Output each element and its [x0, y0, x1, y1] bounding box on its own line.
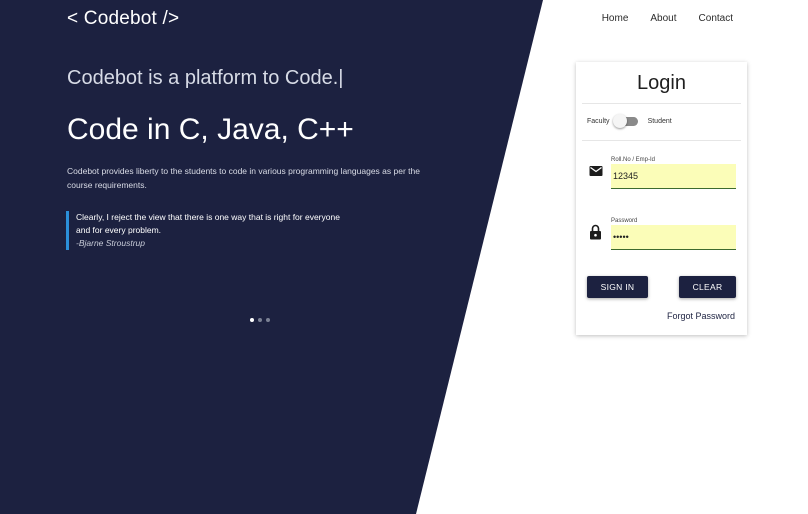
toggle-knob[interactable]	[612, 114, 627, 128]
nav-contact[interactable]: Contact	[699, 13, 733, 24]
quote-line-2: and for every problem.	[76, 225, 162, 235]
clear-button[interactable]: CLEAR	[679, 276, 736, 298]
hero-description: Codebot provides liberty to the students…	[67, 166, 420, 190]
role-faculty-label: Faculty	[587, 118, 610, 125]
role-toggle-row: Faculty Student	[587, 114, 672, 128]
sign-in-button[interactable]: SIGN IN	[587, 276, 648, 298]
forgot-password-link[interactable]: Forgot Password	[667, 311, 735, 321]
brand-logo[interactable]: < Codebot />	[67, 8, 179, 30]
roll-number-input[interactable]	[611, 164, 736, 189]
quote-line-1: Clearly, I reject the view that there is…	[76, 212, 340, 222]
carousel-dot-3[interactable]	[266, 318, 270, 322]
login-title: Login	[637, 72, 686, 94]
roll-label: Roll.No / Emp-Id	[611, 157, 656, 163]
title-divider	[582, 103, 741, 104]
nav-about[interactable]: About	[650, 13, 676, 24]
carousel-dot-2[interactable]	[258, 318, 262, 322]
carousel-dot-1[interactable]	[250, 318, 254, 322]
password-input[interactable]	[611, 225, 736, 250]
role-toggle-switch[interactable]	[612, 114, 638, 128]
login-card: Login Faculty Student Roll.No / Emp-Id P…	[576, 62, 747, 335]
role-student-label: Student	[647, 118, 672, 125]
top-nav: Home About Contact	[602, 13, 733, 24]
carousel-indicators	[250, 318, 270, 322]
toggle-divider	[582, 140, 741, 141]
quote-block: Clearly, I reject the view that there is…	[66, 211, 340, 250]
nav-home[interactable]: Home	[602, 13, 629, 24]
typed-tagline: Codebot is a platform to Code.|	[67, 67, 344, 89]
lock-icon	[589, 224, 602, 245]
password-label: Password	[611, 218, 638, 224]
hero-headline: Code in C, Java, C++	[67, 113, 354, 146]
quote-author: -Bjarne Stroustrup	[76, 238, 145, 248]
email-icon	[589, 164, 603, 182]
